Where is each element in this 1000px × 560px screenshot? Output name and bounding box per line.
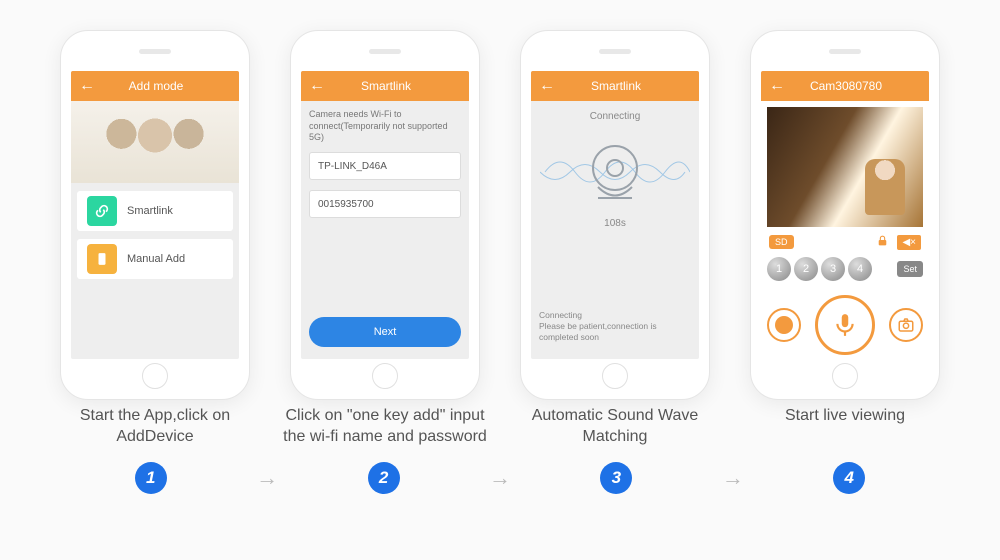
titlebar: ← Cam3080780 — [761, 71, 929, 101]
smartlink-label: Smartlink — [127, 205, 173, 217]
preset-row: 1 2 3 4 Set — [761, 253, 929, 285]
title-text: Smartlink — [541, 79, 691, 93]
snapshot-button[interactable] — [889, 308, 923, 342]
step-badge-3: 3 — [600, 462, 632, 494]
mute-button[interactable]: ◀× — [897, 235, 921, 250]
screen-add-mode: ← Add mode Smartlink Manual Add — [71, 71, 239, 359]
manual-add-button[interactable]: Manual Add — [77, 239, 233, 279]
lock-icon[interactable] — [876, 234, 889, 250]
preset-3[interactable]: 3 — [821, 257, 845, 281]
screen-live-view: ← Cam3080780 SD ◀× 1 2 3 4 Set — [761, 71, 929, 359]
caption-step-1: Start the App,click on AddDevice — [50, 406, 260, 448]
caption-step-3: Automatic Sound Wave Matching — [510, 406, 720, 448]
phone-step-1: ← Add mode Smartlink Manual Add — [60, 30, 250, 400]
step-badge-4: 4 — [833, 462, 865, 494]
hero-image — [71, 101, 239, 183]
phone-step-2: ← Smartlink Camera needs Wi-Fi to connec… — [290, 30, 480, 400]
wifi-password-input[interactable]: 0015935700 — [309, 190, 461, 218]
step-badge-1: 1 — [135, 462, 167, 494]
sd-quality-button[interactable]: SD — [769, 235, 794, 249]
camera-name: Cam3080780 — [771, 79, 921, 93]
preset-2[interactable]: 2 — [794, 257, 818, 281]
titlebar: ← Smartlink — [301, 71, 469, 101]
screen-connecting: ← Smartlink Connecting — [531, 71, 699, 359]
manual-icon — [87, 244, 117, 274]
preset-4[interactable]: 4 — [848, 257, 872, 281]
wifi-name-input[interactable]: TP-LINK_D46A — [309, 152, 461, 180]
titlebar: ← Add mode — [71, 71, 239, 101]
live-video-feed[interactable] — [767, 107, 923, 227]
title-text: Add mode — [81, 79, 231, 93]
camera-icon — [897, 316, 915, 334]
set-button[interactable]: Set — [897, 261, 923, 277]
connecting-status: Connecting — [590, 111, 641, 122]
wifi-note: Camera needs Wi-Fi to connect(Temporaril… — [309, 109, 461, 144]
phone-step-3: ← Smartlink Connecting — [520, 30, 710, 400]
screen-smartlink-form: ← Smartlink Camera needs Wi-Fi to connec… — [301, 71, 469, 359]
arrow-icon: → — [722, 465, 744, 491]
titlebar: ← Smartlink — [531, 71, 699, 101]
record-button[interactable] — [767, 308, 801, 342]
caption-step-4: Start live viewing — [740, 406, 950, 448]
next-button[interactable]: Next — [309, 317, 461, 347]
status-line-2: Please be patient,connection is complete… — [539, 321, 691, 343]
talk-button[interactable] — [815, 295, 875, 355]
arrow-icon: → — [489, 465, 511, 491]
microphone-icon — [832, 312, 858, 338]
arrow-icon: → — [256, 465, 278, 491]
title-text: Smartlink — [311, 79, 461, 93]
caption-step-2: Click on "one key add" input the wi-fi n… — [280, 406, 490, 448]
preset-1[interactable]: 1 — [767, 257, 791, 281]
phone-step-4: ← Cam3080780 SD ◀× 1 2 3 4 Set — [750, 30, 940, 400]
step-badge-2: 2 — [368, 462, 400, 494]
link-icon — [87, 196, 117, 226]
camera-icon — [540, 132, 690, 212]
countdown-timer: 108s — [604, 218, 626, 229]
smartlink-button[interactable]: Smartlink — [77, 191, 233, 231]
manual-add-label: Manual Add — [127, 253, 185, 265]
status-line-1: Connecting — [539, 310, 691, 321]
